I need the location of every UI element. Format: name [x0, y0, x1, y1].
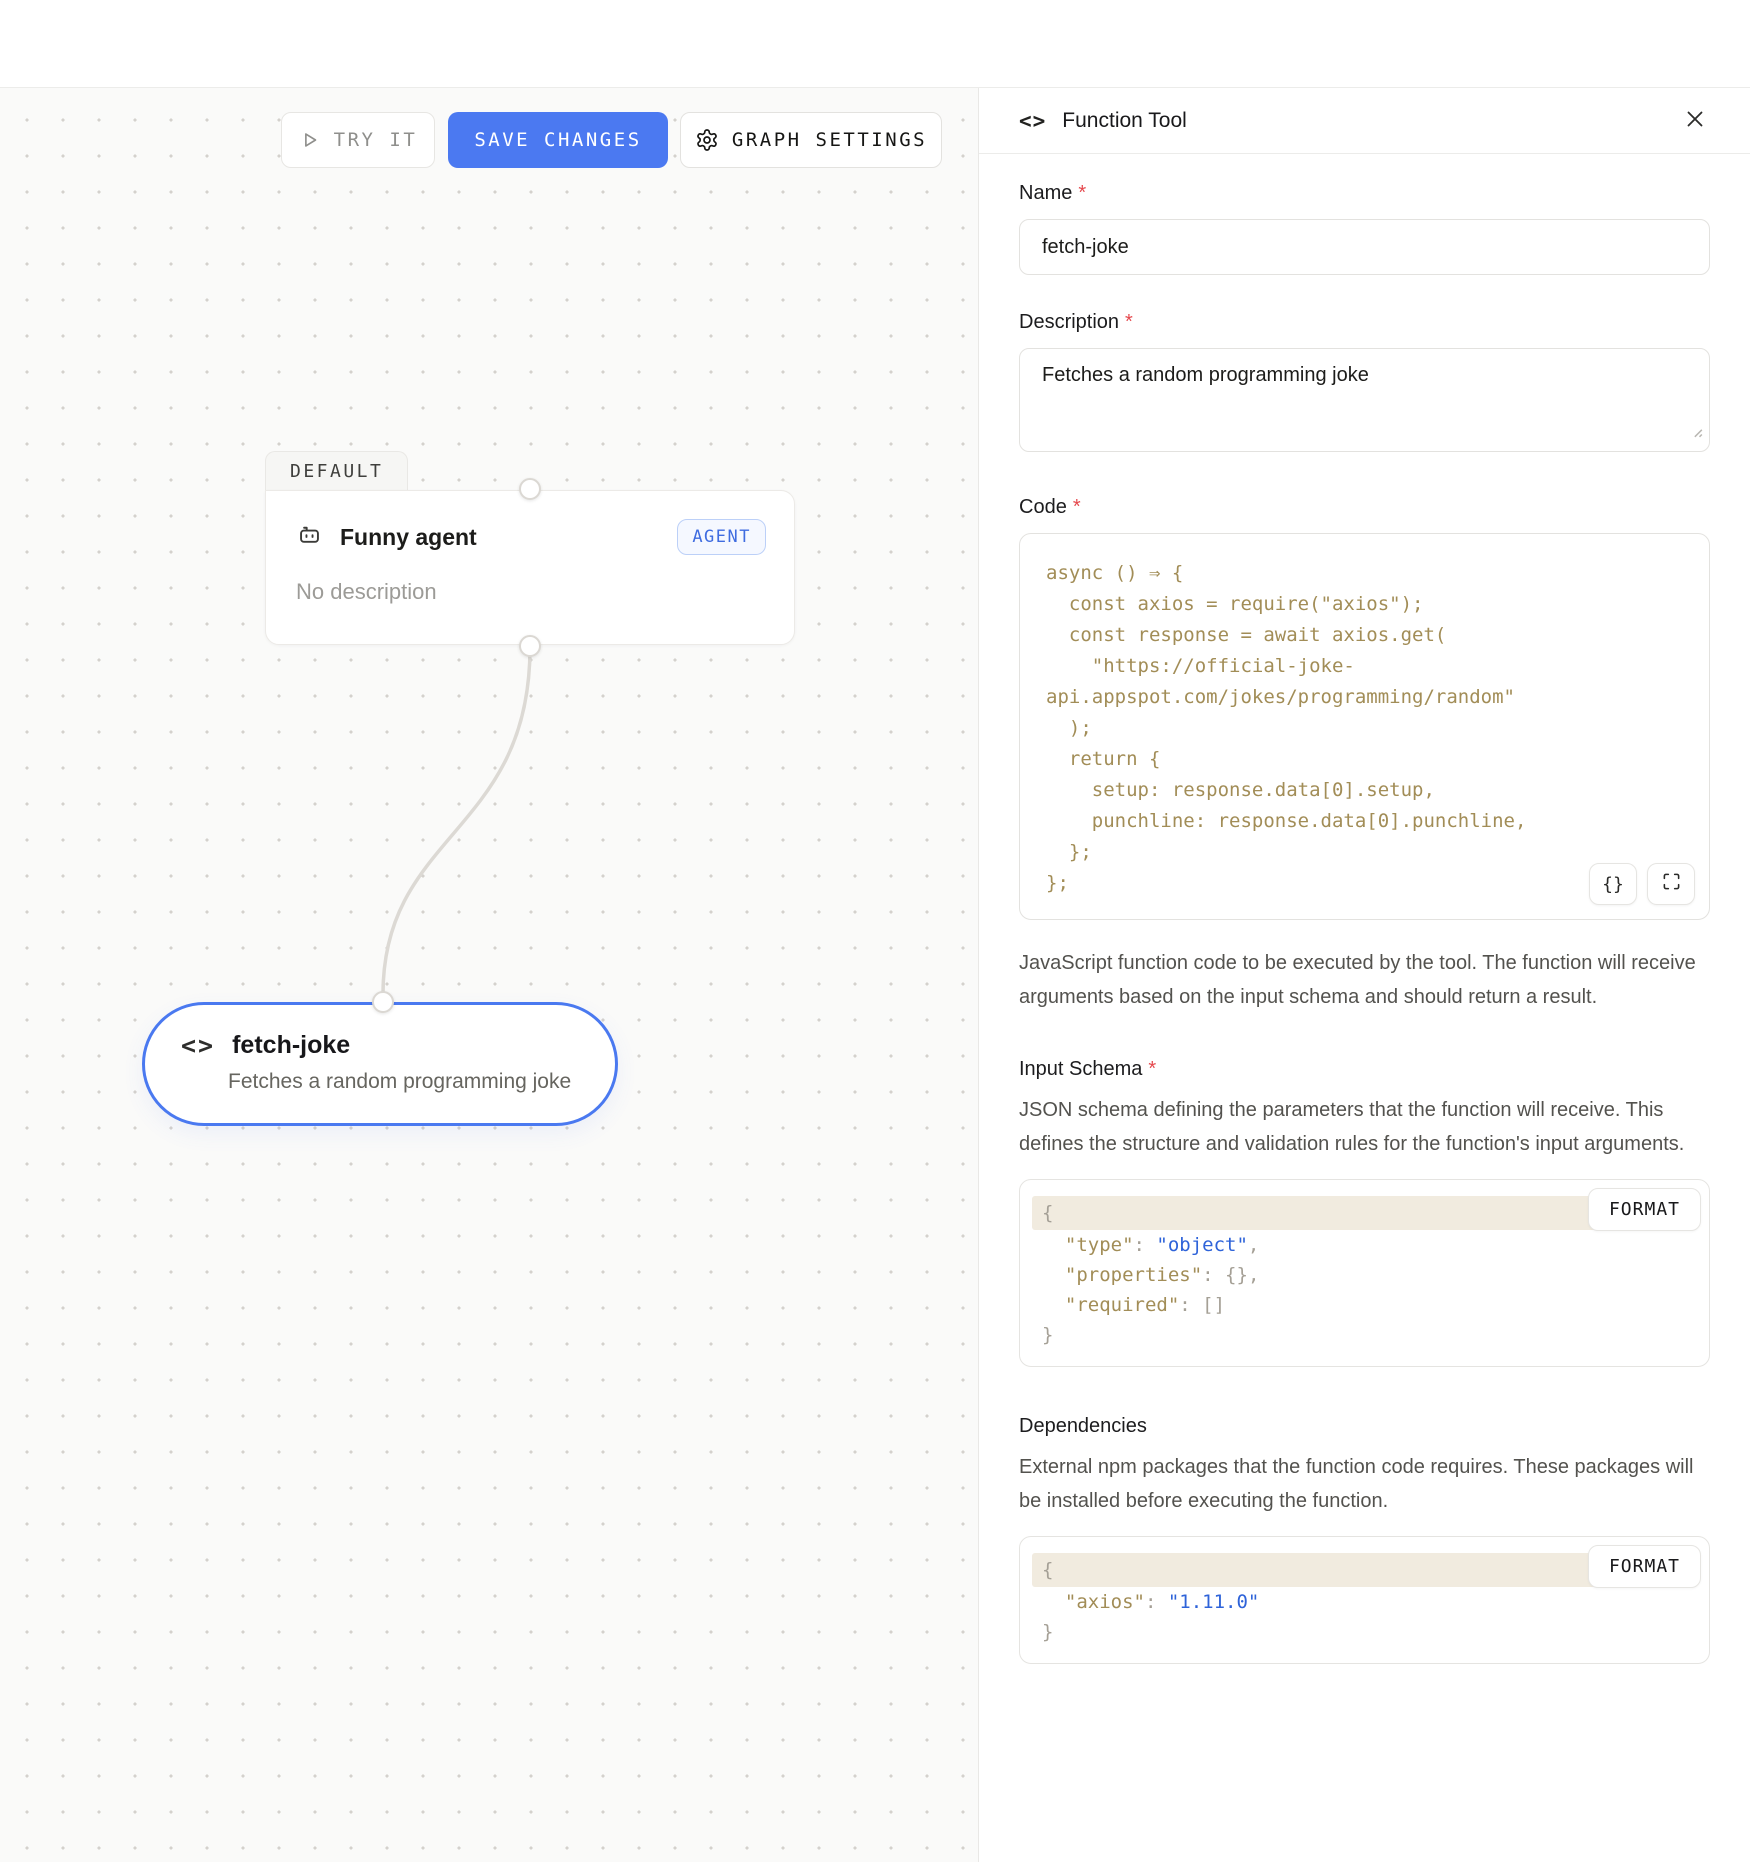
group-tab-default[interactable]: DEFAULT [265, 451, 408, 491]
input-schema-group: Input Schema* JSON schema defining the p… [1019, 1058, 1710, 1367]
format-braces-button[interactable]: {} [1589, 863, 1637, 905]
code-field-group: Code* async () ⇒ { const axios = require… [1019, 496, 1710, 1014]
braces-icon: {} [1602, 874, 1624, 895]
graph-canvas[interactable]: TRY IT SAVE CHANGES GRAPH SETTINGS DEFAU… [0, 88, 978, 1862]
agent-badge: AGENT [677, 519, 766, 555]
required-marker: * [1125, 311, 1133, 333]
name-input[interactable] [1019, 219, 1710, 275]
required-marker: * [1148, 1058, 1156, 1080]
tool-node-fetch-joke[interactable]: <> fetch-joke Fetches a random programmi… [142, 1002, 618, 1126]
input-schema-label: Input Schema* [1019, 1058, 1710, 1081]
panel-header: <> Function Tool [979, 88, 1750, 154]
required-marker: * [1078, 182, 1086, 204]
description-field-group: Description* Fetches a random programmin… [1019, 311, 1710, 452]
code-content[interactable]: async () ⇒ { const axios = require("axio… [1046, 558, 1683, 899]
close-icon [1682, 106, 1708, 135]
graph-settings-label: GRAPH SETTINGS [732, 129, 927, 151]
code-editor[interactable]: async () ⇒ { const axios = require("axio… [1019, 533, 1710, 920]
dependencies-help-text: External npm packages that the function … [1019, 1450, 1710, 1518]
top-bar [0, 0, 1750, 88]
format-button[interactable]: FORMAT [1588, 1545, 1701, 1588]
agent-node-title: Funny agent [340, 524, 660, 551]
agent-top-handle[interactable] [519, 478, 541, 500]
try-it-button[interactable]: TRY IT [281, 112, 435, 168]
save-changes-button[interactable]: SAVE CHANGES [448, 112, 668, 168]
expand-fullscreen-button[interactable] [1647, 863, 1695, 905]
function-tool-panel: <> Function Tool Name* Description* [978, 88, 1750, 1862]
agent-node[interactable]: Funny agent AGENT No description [265, 490, 795, 645]
input-schema-editor[interactable]: { "type": "object", "properties": {}, "r… [1019, 1179, 1710, 1367]
group-tab-label: DEFAULT [290, 461, 383, 482]
graph-settings-button[interactable]: GRAPH SETTINGS [680, 112, 942, 168]
agent-bottom-handle[interactable] [519, 635, 541, 657]
tool-top-handle[interactable] [372, 991, 394, 1013]
agent-node-description: No description [266, 555, 794, 605]
code-help-text: JavaScript function code to be executed … [1019, 946, 1710, 1014]
panel-title: Function Tool [1062, 109, 1682, 133]
gear-icon [695, 128, 719, 152]
input-schema-help-text: JSON schema defining the parameters that… [1019, 1093, 1710, 1161]
tool-node-description: Fetches a random programming joke [145, 1060, 615, 1094]
dependencies-label: Dependencies [1019, 1415, 1710, 1438]
code-icon: <> [181, 1031, 215, 1060]
required-marker: * [1073, 496, 1081, 518]
description-label: Description* [1019, 311, 1710, 334]
dependencies-group: Dependencies External npm packages that … [1019, 1415, 1710, 1664]
robot-icon [296, 521, 323, 553]
close-panel-button[interactable] [1682, 106, 1708, 135]
name-field-group: Name* [1019, 182, 1710, 275]
play-icon [299, 129, 321, 151]
edge-agent-to-tool [0, 88, 978, 1862]
save-changes-label: SAVE CHANGES [474, 129, 641, 151]
code-icon: <> [1019, 109, 1046, 133]
tool-node-title: fetch-joke [232, 1031, 350, 1060]
name-label: Name* [1019, 182, 1710, 205]
try-it-label: TRY IT [334, 129, 418, 151]
expand-icon [1662, 872, 1681, 896]
format-button[interactable]: FORMAT [1588, 1188, 1701, 1231]
dependencies-editor[interactable]: { "axios": "1.11.0"} FORMAT [1019, 1536, 1710, 1664]
code-label: Code* [1019, 496, 1710, 519]
description-textarea[interactable]: Fetches a random programming joke [1019, 348, 1710, 452]
